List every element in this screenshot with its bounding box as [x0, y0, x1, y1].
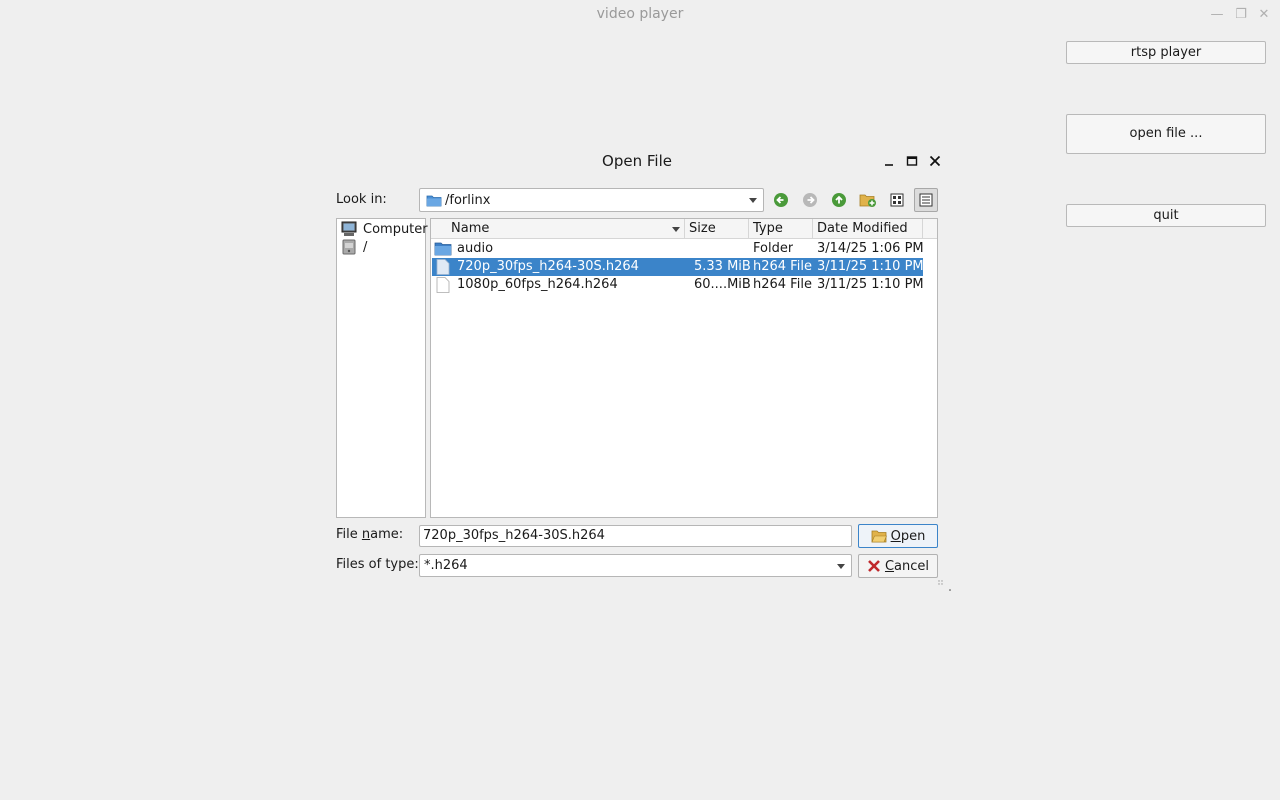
column-header-label: Date Modified — [817, 221, 908, 236]
computer-icon — [341, 221, 357, 237]
column-header-type[interactable]: Type — [749, 219, 813, 239]
sidebar-item-root[interactable]: / — [341, 238, 367, 256]
dialog-title: Open File — [602, 152, 672, 170]
new-folder-icon[interactable] — [856, 188, 880, 212]
file-name: 1080p_60fps_h264.h264 — [457, 277, 618, 292]
cancel-button-label: Cancel — [885, 559, 929, 574]
close-icon[interactable]: ✕ — [1255, 6, 1273, 24]
dialog-maximize-icon[interactable] — [903, 153, 921, 171]
label-mnemonic: O — [890, 528, 901, 544]
sort-indicator-icon — [672, 227, 680, 232]
file-type: h264 File — [753, 277, 812, 292]
resize-grip-icon[interactable] — [936, 578, 952, 592]
sidebar-item-computer[interactable]: Computer — [341, 220, 428, 238]
sidebar-item-label: Computer — [363, 221, 428, 237]
label-mnemonic: n — [361, 527, 371, 542]
table-row[interactable]: 720p_30fps_h264-30S.h264 5.33 MiB h264 F… — [432, 258, 924, 276]
restore-icon[interactable]: ❐ — [1232, 6, 1250, 24]
chevron-down-icon — [749, 198, 757, 203]
label-part: pen — [900, 528, 926, 544]
label-part: File — [336, 527, 362, 542]
column-header-label: Type — [753, 221, 783, 236]
dialog-minimize-icon[interactable] — [880, 153, 898, 171]
look-in-label: Look in: — [336, 192, 387, 207]
cancel-icon — [867, 559, 881, 573]
places-sidebar[interactable]: Computer / — [336, 218, 428, 518]
dialog-close-icon[interactable] — [926, 153, 944, 171]
detail-view-icon[interactable] — [914, 188, 938, 212]
folder-icon — [426, 193, 442, 207]
column-header-label: Name — [451, 221, 490, 236]
file-date: 3/14/25 1:06 PM — [817, 241, 924, 256]
file-name: 720p_30fps_h264-30S.h264 — [457, 259, 639, 274]
files-of-type-value: *.h264 — [424, 558, 468, 573]
rtsp-player-button[interactable]: rtsp player — [1066, 41, 1266, 64]
chevron-down-icon — [837, 564, 845, 569]
files-of-type-label: Files of type: — [336, 557, 419, 572]
open-button-label: Open — [891, 529, 926, 544]
table-row[interactable]: audio Folder 3/14/25 1:06 PM — [432, 240, 924, 258]
file-type: h264 File — [753, 259, 812, 274]
column-header-label: Size — [689, 221, 716, 236]
sidebar-item-label: / — [363, 239, 368, 255]
column-header-size[interactable]: Size — [685, 219, 749, 239]
label-mnemonic: C — [884, 558, 895, 574]
table-row[interactable]: 1080p_60fps_h264.h264 60....MiB h264 Fil… — [432, 276, 924, 294]
drive-icon — [341, 239, 357, 255]
label-part: ame: — [370, 527, 404, 542]
open-button[interactable]: Open — [858, 524, 938, 548]
look-in-combo[interactable]: /forlinx — [419, 188, 764, 212]
file-icon — [436, 277, 450, 299]
forward-icon[interactable] — [798, 188, 822, 212]
file-name-label: File name: — [336, 527, 403, 542]
parent-directory-icon[interactable] — [827, 188, 851, 212]
label-part: ancel — [894, 558, 930, 574]
file-size: 5.33 MiB — [694, 259, 751, 274]
column-header-date[interactable]: Date Modified — [813, 219, 923, 239]
quit-button[interactable]: quit — [1066, 204, 1266, 227]
minimize-icon[interactable]: — — [1208, 6, 1226, 24]
open-file-button[interactable]: open file ... — [1066, 114, 1266, 154]
files-of-type-combo[interactable]: *.h264 — [419, 554, 852, 577]
file-date: 3/11/25 1:10 PM — [817, 277, 924, 292]
look-in-value: /forlinx — [445, 192, 491, 208]
window-title: video player — [596, 6, 684, 22]
folder-open-icon — [871, 529, 887, 543]
file-name-field[interactable]: 720p_30fps_h264-30S.h264 — [419, 525, 852, 547]
list-view-icon[interactable] — [885, 188, 909, 212]
file-name: audio — [457, 241, 494, 256]
file-list[interactable]: Name Size Type Date Modified audio Folde… — [430, 218, 938, 518]
column-header-name[interactable]: Name — [447, 219, 685, 239]
file-type: Folder — [753, 241, 794, 256]
back-icon[interactable] — [769, 188, 793, 212]
cancel-button[interactable]: Cancel — [858, 554, 938, 578]
file-date: 3/11/25 1:10 PM — [817, 259, 924, 274]
file-size: 60....MiB — [694, 277, 751, 292]
